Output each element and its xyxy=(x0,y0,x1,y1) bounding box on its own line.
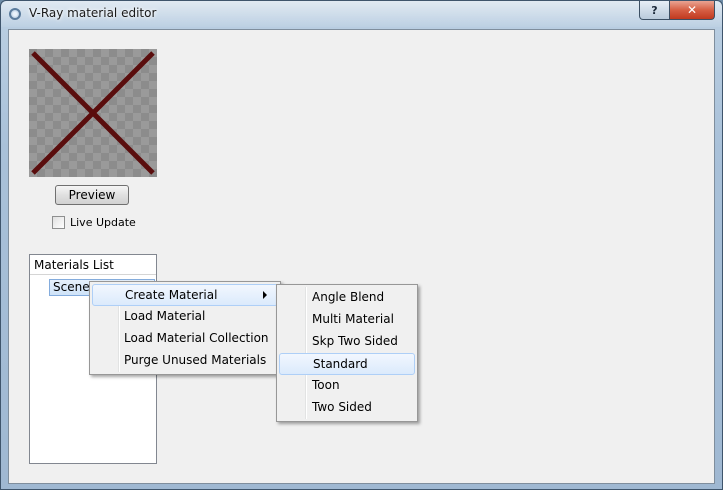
menu-item-load-material[interactable]: Load Material xyxy=(92,306,278,328)
menu-item-label: Purge Unused Materials xyxy=(124,353,267,367)
submenu-item-toon[interactable]: Toon xyxy=(279,375,415,397)
submenu-item-label: Angle Blend xyxy=(312,290,385,304)
help-button[interactable]: ? xyxy=(639,1,670,20)
live-update-label: Live Update xyxy=(70,215,136,229)
menu-item-load-material-collection[interactable]: Load Material Collection xyxy=(92,328,278,350)
submenu-item-standard[interactable]: Standard xyxy=(279,353,415,375)
menu-item-label: Load Material xyxy=(124,309,206,323)
submenu-item-multi-material[interactable]: Multi Material xyxy=(279,309,415,331)
menu-item-label: Load Material Collection xyxy=(124,331,269,345)
submenu-item-two-sided[interactable]: Two Sided xyxy=(279,397,415,419)
context-menu: Create Material Load Material Load Mater… xyxy=(89,281,281,375)
submenu-item-angle-blend[interactable]: Angle Blend xyxy=(279,287,415,309)
live-update-checkbox[interactable] xyxy=(52,215,65,229)
close-button[interactable]: ✕ xyxy=(669,1,715,20)
submenu-item-label: Standard xyxy=(313,357,368,371)
live-update-row[interactable]: Live Update xyxy=(52,214,136,230)
submenu-item-label: Skp Two Sided xyxy=(312,334,398,348)
menu-item-label: Create Material xyxy=(125,288,218,302)
material-preview-swatch xyxy=(29,49,157,177)
materials-list-header: Materials List xyxy=(30,255,156,275)
submenu-arrow-icon xyxy=(263,291,267,299)
submenu-item-label: Multi Material xyxy=(312,312,394,326)
submenu-item-skp-two-sided[interactable]: Skp Two Sided xyxy=(279,331,415,353)
no-material-x-icon xyxy=(31,51,155,175)
preview-button[interactable]: Preview xyxy=(55,185,129,205)
submenu-item-label: Toon xyxy=(312,378,340,392)
create-material-submenu: Angle Blend Multi Material Skp Two Sided… xyxy=(276,284,418,422)
submenu-item-label: Two Sided xyxy=(312,400,372,414)
vray-icon xyxy=(9,8,21,20)
menu-item-create-material[interactable]: Create Material xyxy=(92,284,278,306)
window-title: V-Ray material editor xyxy=(29,6,157,20)
menu-item-purge-unused-materials[interactable]: Purge Unused Materials xyxy=(92,350,278,372)
